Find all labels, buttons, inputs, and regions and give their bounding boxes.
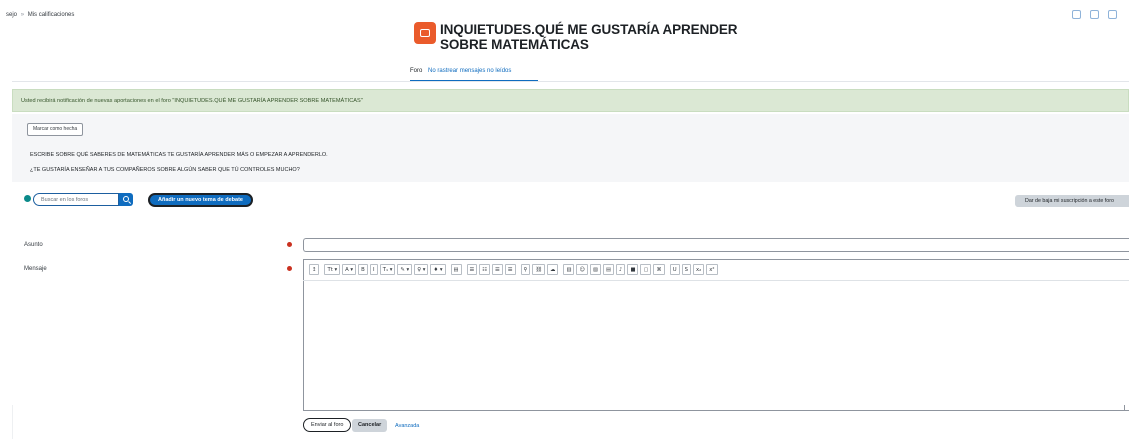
paragraph-button[interactable]: ▤	[450, 264, 462, 275]
submit-post-button[interactable]: Enviar al foro	[303, 418, 352, 432]
text-color-button[interactable]: ♀ ▾	[414, 264, 429, 275]
breadcrumb: sejo » Mis calificaciones	[6, 12, 74, 18]
instruction-line-2: ¿TE GUSTARÍA ENSEÑAR A TUS COMPAÑEROS SO…	[30, 167, 300, 173]
user-menu-icon[interactable]	[1108, 10, 1117, 19]
font-size-button[interactable]: A ▾	[342, 264, 357, 275]
notifications-icon[interactable]	[1072, 10, 1081, 19]
subject-field[interactable]	[303, 238, 1129, 252]
message-label: Mensaje	[24, 266, 47, 272]
unsubscribe-button[interactable]: Dar de baja mi suscripción a este foro	[1015, 195, 1129, 207]
help-icon[interactable]	[24, 195, 31, 202]
highlight-button[interactable]: ✎ ▾	[397, 264, 413, 275]
font-family-button[interactable]: Tt ▾	[324, 264, 341, 275]
editor-toolbar: ↥ Tt ▾ A ▾ B I T₁ ▾ ✎ ▾ ♀ ▾ ♦ ▾ ▤ ☰ ☷ ☰ …	[303, 259, 1129, 281]
required-icon	[287, 242, 292, 247]
background-color-button[interactable]: ♦ ▾	[430, 264, 446, 275]
breadcrumb-item-left[interactable]: sejo	[6, 12, 17, 18]
toolbar-toggle-button[interactable]: ↥	[309, 264, 320, 275]
tab-forum[interactable]: Foro	[410, 68, 422, 74]
breadcrumb-item-current[interactable]: Mis calificaciones	[28, 12, 75, 18]
instruction-line-1: ESCRIBE SOBRE QUÉ SABERES DE MATEMÁTICAS…	[30, 152, 328, 158]
subscript-button[interactable]: x₂	[693, 264, 705, 275]
manage-files-button[interactable]: ▢	[640, 264, 652, 275]
superscript-button[interactable]: x²	[706, 264, 718, 275]
mark-as-done-button[interactable]: Marcar como hecha	[27, 123, 84, 136]
search-button[interactable]	[119, 193, 133, 206]
alert-text: Usted recibirá notificación de nuevas ap…	[21, 98, 363, 104]
resize-handle-icon[interactable]	[1119, 405, 1125, 411]
cancel-button[interactable]: Cancelar	[352, 419, 388, 432]
search-input[interactable]: Buscar en los foros	[33, 193, 119, 206]
record-audio-button[interactable]: ♪	[616, 264, 626, 275]
tab-untrack-unread[interactable]: No rastrear mensajes no leídos	[428, 68, 511, 74]
strikethrough-button[interactable]: S	[681, 264, 692, 275]
table-button[interactable]: ▥	[563, 264, 575, 275]
forum-tabs: Foro No rastrear mensajes no leídos	[410, 68, 511, 74]
special-chars-button[interactable]: ⌘	[653, 264, 665, 275]
emoji-button[interactable]: ☺	[576, 264, 589, 275]
image-button[interactable]: ▨	[590, 264, 602, 275]
subject-label: Asunto	[24, 242, 43, 248]
ordered-list-button[interactable]: ☷	[479, 264, 491, 275]
outdent-button[interactable]: ☰	[492, 264, 503, 275]
left-rule	[12, 405, 13, 439]
breadcrumb-separator: »	[20, 12, 25, 18]
media-button[interactable]: ▤	[603, 264, 615, 275]
messages-icon[interactable]	[1090, 10, 1099, 19]
italic-button[interactable]: I	[369, 264, 378, 275]
page-title: INQUIETUDES.QUÉ ME GUSTARÍA APRENDER SOB…	[440, 22, 738, 52]
bold-button[interactable]: B	[358, 264, 368, 275]
required-icon	[287, 266, 292, 271]
link-button[interactable]: ⚲	[520, 264, 531, 275]
cloud-icon[interactable]: ☁	[547, 264, 559, 275]
indent-button[interactable]: ☰	[504, 264, 516, 275]
text-format-button[interactable]: T₁ ▾	[379, 264, 396, 275]
unlink-button[interactable]: ⛓	[532, 264, 546, 275]
underline-button[interactable]: U	[669, 264, 680, 275]
top-right-icons	[1072, 10, 1117, 19]
forum-icon	[414, 22, 436, 44]
divider	[12, 81, 1129, 82]
add-discussion-topic-button[interactable]: Añadir un nuevo tema de debate	[148, 193, 253, 207]
unordered-list-button[interactable]: ☰	[466, 264, 478, 275]
message-editor[interactable]	[303, 259, 1129, 411]
search-placeholder: Buscar en los foros	[41, 197, 89, 203]
record-video-button[interactable]: ■	[627, 264, 639, 275]
subscription-alert: Usted recibirá notificación de nuevas ap…	[12, 89, 1129, 112]
advanced-link[interactable]: Avanzada	[395, 423, 419, 429]
